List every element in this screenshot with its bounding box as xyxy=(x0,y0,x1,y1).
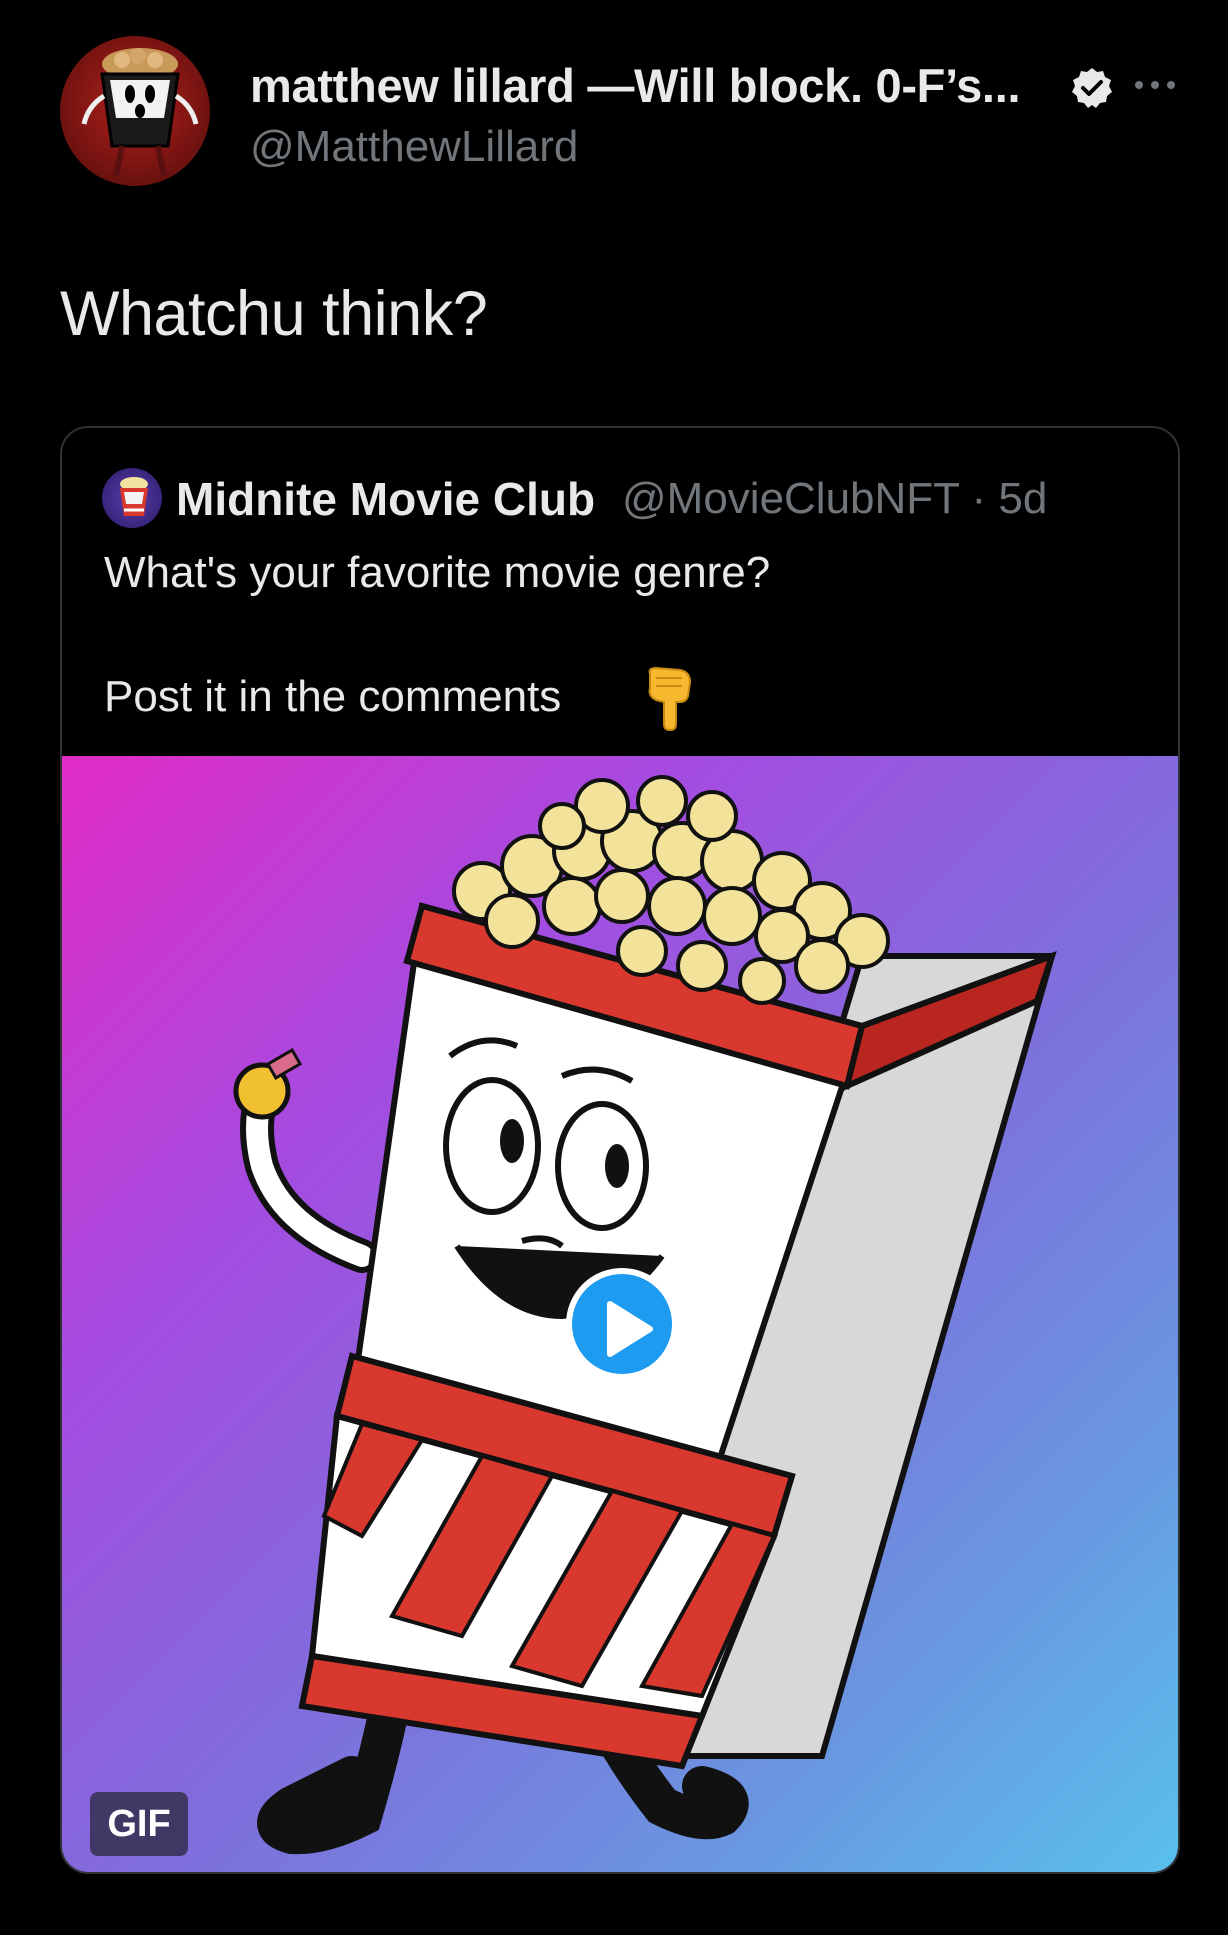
backhand-index-pointing-down-icon xyxy=(648,666,692,732)
quote-text-line-1: What's your favorite movie genre? xyxy=(104,548,771,597)
quote-author-handle-time[interactable]: @MovieClubNFT · 5d xyxy=(622,474,1047,524)
play-icon xyxy=(607,1301,653,1357)
tweet: matthew lillard —Will block. 0-F’s... @M… xyxy=(0,0,1228,1935)
more-horizontal-icon[interactable] xyxy=(1132,70,1178,100)
tweet-text: Whatchu think? xyxy=(60,279,488,349)
gif-badge: GIF xyxy=(90,1792,188,1856)
author-avatar[interactable] xyxy=(60,36,210,186)
ghostface-popcorn-avatar-icon xyxy=(81,48,199,177)
quote-author-name[interactable]: Midnite Movie Club xyxy=(176,472,595,526)
play-button[interactable] xyxy=(566,1268,678,1380)
verified-badge-icon xyxy=(1072,68,1112,108)
quote-text-line-2: Post it in the comments xyxy=(104,672,562,721)
author-handle[interactable]: @MatthewLillard xyxy=(250,122,578,172)
popcorn-avatar-icon xyxy=(120,477,148,516)
quote-tweet-card[interactable]: Midnite Movie Club @MovieClubNFT · 5d Wh… xyxy=(60,426,1180,1874)
author-display-name[interactable]: matthew lillard —Will block. 0-F’s... xyxy=(250,58,1021,113)
gif-media[interactable]: GIF xyxy=(62,756,1178,1872)
quote-author-avatar[interactable] xyxy=(102,468,162,528)
